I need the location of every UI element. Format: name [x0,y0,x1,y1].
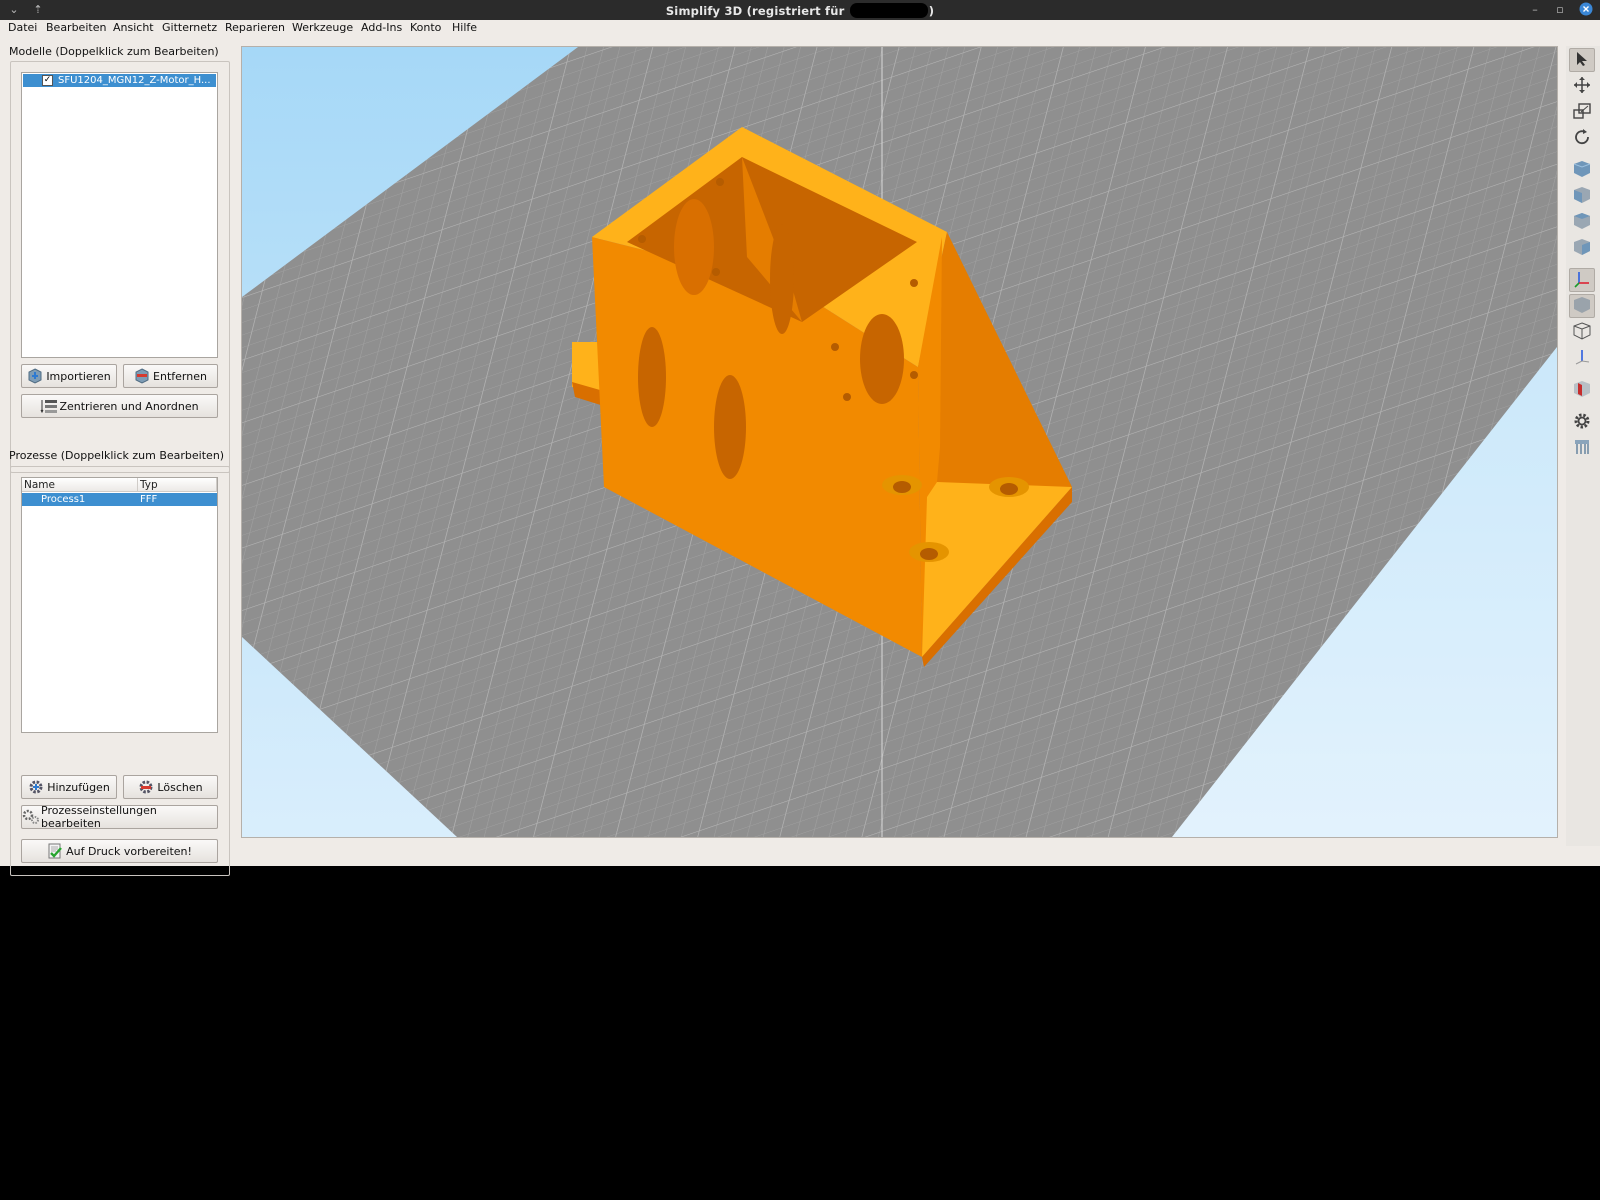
view-top-button[interactable] [1569,210,1595,234]
3d-viewport[interactable] [241,46,1558,838]
gears-icon [22,809,39,825]
menu-datei[interactable]: Datei [8,21,37,34]
processes-panel: Name Typ Process1 FFF Hinzufügen Löschen… [10,466,230,876]
z-axis-button[interactable] [1569,346,1595,370]
scale-icon [1573,102,1591,123]
remove-icon [134,368,150,384]
menu-ansicht[interactable]: Ansicht [113,21,154,34]
menu-konto[interactable]: Konto [410,21,441,34]
view-side-button[interactable] [1569,236,1595,260]
remove-button[interactable]: Entfernen [123,364,218,388]
toggle-axes-button[interactable] [1569,268,1595,292]
arrange-icon [40,398,58,414]
process-name: Process1 [41,494,86,505]
process-type: FFF [140,494,158,505]
menu-bar: Datei Bearbeiten Ansicht Gitternetz Repa… [0,20,1600,39]
solid-view-icon [1573,296,1591,317]
table-row[interactable]: Process1 FFF [22,493,217,506]
supports-icon [1573,438,1591,459]
model-list-item[interactable]: ✓ SFU1204_MGN12_Z-Motor_H... [23,74,216,87]
move-tool-button[interactable] [1569,74,1595,98]
models-list[interactable]: ✓ SFU1204_MGN12_Z-Motor_H... [21,72,218,358]
add-process-icon [28,779,44,795]
model-name: SFU1204_MGN12_Z-Motor_H... [58,75,211,86]
model-visible-checkbox[interactable]: ✓ [42,75,53,86]
move-icon [1573,76,1591,97]
process-settings-button[interactable]: Prozesseinstellungen bearbeiten [21,804,218,830]
add-process-label: Hinzufügen [47,780,110,794]
axes-icon [1573,270,1591,291]
prepare-print-icon [47,843,63,859]
view-front-button[interactable] [1569,184,1595,208]
prepare-print-label: Auf Druck vorbereiten! [66,844,192,858]
view-front-icon [1573,186,1591,207]
window-title-prefix: Simplify 3D (registriert für [665,4,849,18]
menu-werkzeuge[interactable]: Werkzeuge [292,21,353,34]
menu-reparieren[interactable]: Reparieren [225,21,285,34]
settings-gear-icon [1573,412,1591,433]
center-arrange-label: Zentrieren und Anordnen [59,399,199,413]
menu-add-ins[interactable]: Add-Ins [361,21,402,34]
rotate-icon [1573,128,1591,149]
menu-hilfe[interactable]: Hilfe [452,21,477,34]
delete-process-label: Löschen [157,780,203,794]
solid-view-button[interactable] [1569,294,1595,318]
view-top-icon [1573,212,1591,233]
window-title-suffix: ) [928,4,935,18]
z-axis-icon [1573,348,1591,369]
title-bar: ⌄ ⇡ Simplify 3D (registriert für ) – ▫ [0,0,1600,20]
wireframe-view-button[interactable] [1569,320,1595,344]
models-panel-title: Modelle (Doppelklick zum Bearbeiten) [9,45,219,58]
menu-bearbeiten[interactable]: Bearbeiten [46,21,106,34]
import-button-label: Importieren [46,369,111,383]
import-button[interactable]: Importieren [21,364,117,388]
view-side-icon [1573,238,1591,259]
prepare-print-button[interactable]: Auf Druck vorbereiten! [21,839,218,863]
cross-section-icon [1573,380,1591,401]
settings-button[interactable] [1569,410,1595,434]
close-icon[interactable] [1578,2,1594,18]
wireframe-view-icon [1573,321,1591,343]
supports-button[interactable] [1569,436,1595,460]
delete-process-icon [138,779,154,795]
delete-process-button[interactable]: Löschen [123,775,218,799]
col-header-type[interactable]: Typ [138,478,217,492]
view-iso-icon [1573,160,1591,181]
import-icon [27,368,43,384]
view-iso-button[interactable] [1569,158,1595,182]
processes-table[interactable]: Name Typ Process1 FFF [21,477,218,733]
process-settings-label: Prozesseinstellungen bearbeiten [41,804,157,830]
models-panel: ✓ SFU1204_MGN12_Z-Motor_H... Importieren… [10,61,230,473]
remove-button-label: Entfernen [153,369,207,383]
menu-gitternetz[interactable]: Gitternetz [162,21,217,34]
minimize-icon[interactable]: – [1527,2,1543,18]
view-toolbar [1566,46,1600,846]
rotate-tool-button[interactable] [1569,126,1595,150]
cross-section-button[interactable] [1569,378,1595,402]
scene-canvas[interactable] [242,47,1557,837]
center-arrange-button[interactable]: Zentrieren und Anordnen [21,394,218,418]
scale-tool-button[interactable] [1569,100,1595,124]
processes-panel-title: Prozesse (Doppelklick zum Bearbeiten) [9,449,225,462]
window-title: Simplify 3D (registriert für ) [0,3,1600,18]
restore-icon[interactable]: ▫ [1552,2,1568,18]
select-icon [1574,51,1590,70]
col-header-name[interactable]: Name [22,478,138,492]
redacted-username [849,3,928,18]
add-process-button[interactable]: Hinzufügen [21,775,117,799]
select-tool-button[interactable] [1569,48,1595,72]
